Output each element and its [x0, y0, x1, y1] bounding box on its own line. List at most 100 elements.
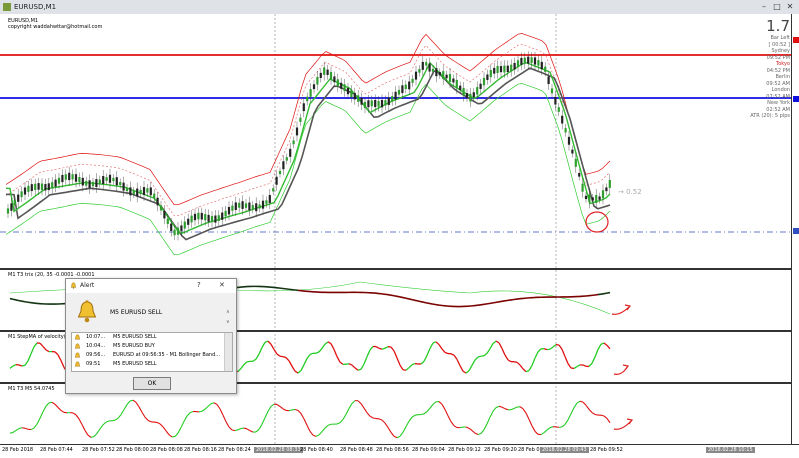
- candle-body: [133, 191, 135, 195]
- candle-body: [350, 90, 352, 97]
- copyright-label: copyright waddahwttar@hotmail.com: [8, 24, 102, 30]
- stepma-line: [358, 369, 361, 370]
- candle-body: [38, 183, 40, 190]
- candle-body: [490, 70, 492, 77]
- candle-body: [320, 73, 322, 78]
- alert-time: 09:56...: [86, 352, 105, 358]
- candle-body: [174, 230, 176, 236]
- price-axis[interactable]: [791, 14, 799, 444]
- candle-body: [548, 77, 550, 85]
- candle-body: [592, 197, 594, 200]
- candle-body: [558, 107, 560, 112]
- time-axis[interactable]: 28 Feb 2018 28 Feb 07:44 28 Feb 07:52 28…: [0, 444, 799, 458]
- maximize-button[interactable]: □: [771, 2, 783, 12]
- ok-button[interactable]: OK: [133, 377, 171, 390]
- t3-line: [364, 408, 367, 413]
- t3-line: [520, 407, 523, 409]
- t3-line: [16, 429, 19, 431]
- candle-body: [378, 101, 380, 107]
- stepma-line: [457, 359, 460, 365]
- candle-body: [432, 69, 434, 72]
- t3-line: [328, 424, 331, 425]
- t3-line: [88, 435, 91, 437]
- list-scrollbar[interactable]: [224, 333, 233, 371]
- stepma-line: [268, 341, 271, 344]
- list-item[interactable]: 10:07... M5 EURUSD SELL: [72, 333, 224, 342]
- candle-body: [357, 95, 359, 101]
- t3-line: [124, 405, 127, 410]
- trix-line: [424, 302, 427, 303]
- t3-line: [43, 406, 46, 412]
- t3-line: [541, 433, 544, 435]
- alert-time: 10:04...: [86, 343, 105, 349]
- time-tick: 28 Feb 09:12: [448, 447, 481, 453]
- candle-body: [565, 128, 567, 132]
- candle-body: [364, 102, 366, 108]
- candle-body: [51, 182, 53, 188]
- help-button[interactable]: ?: [197, 281, 201, 289]
- stepma-line: [25, 361, 28, 365]
- t3-line: [175, 433, 178, 436]
- minimize-button[interactable]: –: [758, 2, 770, 12]
- t3-line: [130, 400, 133, 401]
- candle-body: [276, 177, 278, 185]
- close-button[interactable]: ✕: [784, 2, 796, 12]
- alert-history-list[interactable]: 10:07... M5 EURUSD SELL 10:04... M5 EURU…: [71, 332, 233, 372]
- trix-line: [433, 304, 436, 305]
- list-item[interactable]: 09:56... EURUSD at 09:56:35 - M1 Bolling…: [72, 351, 224, 360]
- t3-line: [250, 431, 253, 432]
- t3-line: [217, 404, 220, 408]
- t3-line: [487, 417, 490, 424]
- t3-line: [373, 418, 376, 419]
- t3-line: [79, 419, 82, 425]
- stepma-line: [316, 352, 319, 353]
- candle-body: [568, 137, 570, 145]
- t3-line: [523, 409, 526, 413]
- stepma-line: [493, 341, 496, 344]
- candle-body: [374, 100, 376, 107]
- t3-line: [445, 409, 448, 415]
- candle-body: [483, 78, 485, 85]
- subwindow-separator-1[interactable]: [0, 268, 791, 270]
- stepma-line: [478, 356, 481, 357]
- candle-body: [524, 58, 526, 64]
- stepma-line: [46, 350, 49, 352]
- t3-line: [52, 402, 55, 404]
- candle-body: [204, 214, 206, 220]
- t3-line: [208, 404, 211, 407]
- window-titlebar[interactable]: EURUSD,M1 – □ ✕: [0, 0, 799, 15]
- t3-line: [571, 408, 574, 414]
- time-tick: 28 Feb 08:56: [376, 447, 409, 453]
- t3-line: [157, 422, 160, 423]
- trix-line: [493, 302, 496, 303]
- stepma-line: [325, 342, 328, 344]
- candle-body: [112, 178, 114, 181]
- list-item[interactable]: 10:04... M5 EURUSD BUY: [72, 342, 224, 351]
- candle-body: [395, 92, 397, 100]
- t3-line: [391, 432, 394, 436]
- stepma-line: [298, 371, 301, 374]
- stepma-line: [469, 365, 472, 370]
- alert-titlebar[interactable]: Alert ? ✕: [66, 279, 236, 293]
- scroll-up-icon[interactable]: ∧: [226, 309, 230, 315]
- t3-line: [397, 436, 400, 437]
- candle-body: [452, 79, 454, 83]
- stepma-line: [13, 365, 16, 366]
- candle-body: [44, 184, 46, 190]
- alert-close-button[interactable]: ✕: [219, 281, 225, 289]
- candle-body: [507, 66, 509, 72]
- candle-body: [10, 203, 12, 210]
- candle-body: [221, 213, 223, 220]
- trix-line: [391, 295, 394, 296]
- stepma-line: [382, 348, 385, 349]
- scroll-down-icon[interactable]: ∨: [226, 319, 230, 325]
- candle-body: [599, 196, 601, 199]
- alert-dialog[interactable]: Alert ? ✕ M5 EURUSD SELL ∧ ∨ 10:07... M5…: [65, 278, 237, 394]
- t3-line: [586, 405, 589, 409]
- list-item[interactable]: 09:51 M5 EURUSD SELL: [72, 360, 224, 369]
- candle-body: [415, 72, 417, 80]
- fast-moving-average: [6, 63, 610, 234]
- candle-body: [289, 149, 291, 157]
- candle-body: [21, 191, 23, 197]
- t3-line: [529, 419, 532, 426]
